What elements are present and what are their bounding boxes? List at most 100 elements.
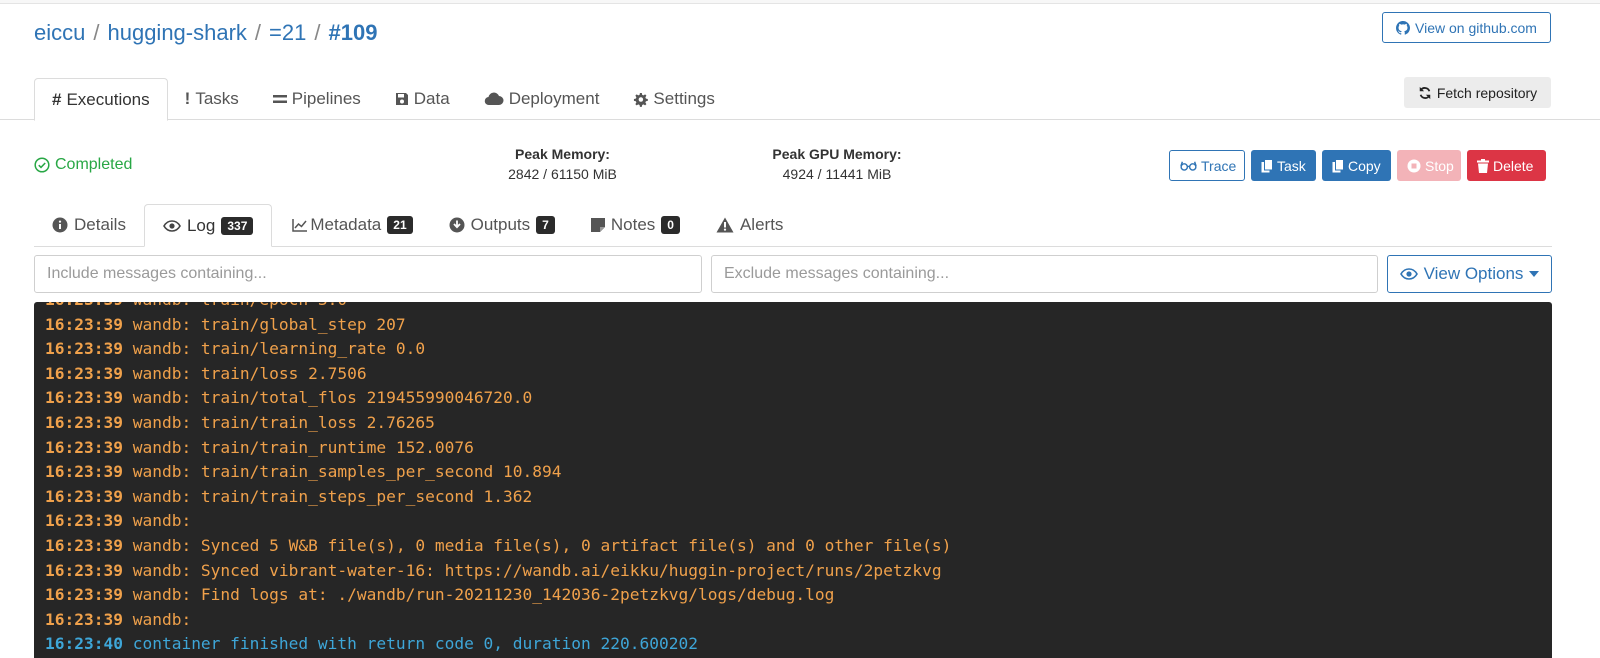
copy-icon xyxy=(1261,158,1273,173)
cloud-icon xyxy=(484,92,504,106)
log-timestamp: 16:23:39 xyxy=(45,437,123,457)
github-icon xyxy=(1396,20,1411,35)
log-message: wandb: Find logs at: ./wandb/run-2021123… xyxy=(122,585,835,605)
delete-label: Delete xyxy=(1493,157,1534,174)
delete-button[interactable]: Delete xyxy=(1467,150,1546,181)
log-line: 16:23:39 wandb: train/train_loss 2.76265 xyxy=(45,411,951,436)
log-viewer[interactable]: 16:23:39 wandb: train/epoch 3.0 16:23:39 … xyxy=(34,302,1552,658)
log-timestamp: 16:23:39 xyxy=(45,302,123,309)
trace-button[interactable]: Trace xyxy=(1169,150,1245,181)
peak-memory-stat: Peak Memory: 2842 / 61150 MiB xyxy=(485,146,640,182)
tab-label: Tasks xyxy=(195,89,239,108)
download-circle-icon xyxy=(449,217,465,233)
log-timestamp: 16:23:39 xyxy=(45,511,123,531)
view-options-button[interactable]: View Options xyxy=(1387,255,1552,293)
tab-pipelines[interactable]: Pipelines xyxy=(256,78,378,120)
equals-icon xyxy=(272,93,287,105)
log-message: wandb: train/global_step 207 xyxy=(122,314,406,334)
tab-log[interactable]: Log 337 xyxy=(143,204,273,247)
tab-data[interactable]: Data xyxy=(378,78,467,120)
gear-icon xyxy=(633,92,649,107)
log-message: wandb: Synced 5 W&B file(s), 0 media fil… xyxy=(122,535,952,555)
breadcrumb-separator: / xyxy=(314,20,321,45)
log-line: 16:23:39 wandb: train/loss 2.7506 xyxy=(45,362,951,387)
tab-notes[interactable]: Notes 0 xyxy=(573,204,698,246)
breadcrumb-separator: / xyxy=(93,20,100,45)
task-button[interactable]: Task xyxy=(1251,150,1316,181)
tab-label: Pipelines xyxy=(291,89,361,108)
tab-details[interactable]: Details xyxy=(34,204,144,246)
tab-label: Data xyxy=(413,89,450,108)
tab-alerts[interactable]: Alerts xyxy=(698,204,801,246)
github-button-label: View on github.com xyxy=(1415,19,1537,36)
peak-gpu-memory-stat: Peak GPU Memory: 4924 / 11441 MiB xyxy=(757,146,917,182)
log-line: 16:23:39 wandb: Synced 5 W&B file(s), 0 … xyxy=(45,534,951,559)
trash-icon xyxy=(1477,158,1489,173)
caret-down-icon xyxy=(1529,271,1540,277)
breadcrumb-owner[interactable]: eiccu xyxy=(34,20,85,46)
copy-button[interactable]: Copy xyxy=(1322,150,1391,181)
breadcrumb-separator: / xyxy=(254,20,262,45)
log-count-badge: 337 xyxy=(221,216,254,235)
tab-label: Log xyxy=(186,215,216,235)
log-line: 16:23:39 wandb: train/train_runtime 152.… xyxy=(45,436,951,461)
log-message: wandb: train/learning_rate 0.0 xyxy=(122,339,426,359)
log-message: wandb: train/train_samples_per_second 10… xyxy=(122,462,562,482)
log-timestamp: 16:23:39 xyxy=(45,585,123,605)
outputs-count-badge: 7 xyxy=(536,216,555,234)
top-border xyxy=(0,0,1600,4)
view-options-label: View Options xyxy=(1423,264,1524,283)
tab-label: Alerts xyxy=(739,215,784,234)
tab-tasks[interactable]: ! Tasks xyxy=(168,78,256,120)
stop-label: Stop xyxy=(1425,157,1454,174)
log-timestamp: 16:23:39 xyxy=(45,462,123,482)
log-timestamp: 16:23:40 xyxy=(45,634,123,654)
stop-button[interactable]: Stop xyxy=(1397,150,1461,181)
log-message: container finished with return code 0, d… xyxy=(122,634,698,654)
tab-deployment[interactable]: Deployment xyxy=(467,78,617,120)
log-line: 16:23:39 wandb: train/train_steps_per_se… xyxy=(45,485,951,510)
log-line: 16:23:39 wandb: Synced vibrant-water-16:… xyxy=(45,559,951,584)
copy-icon xyxy=(1332,158,1344,173)
stop-circle-icon xyxy=(1407,159,1421,173)
tab-label: Executions xyxy=(66,89,150,109)
main-tabs: # Executions ! Tasks Pipelines Data Depl… xyxy=(34,78,732,121)
execution-sub-tabs: Details Log 337 Metadata 21 Outputs 7 No… xyxy=(34,204,801,247)
exclamation-icon: ! xyxy=(184,89,191,108)
log-message: wandb: train/total_flos 219455990046720.… xyxy=(122,388,533,408)
eye-icon xyxy=(1399,268,1418,280)
status-badge: Completed xyxy=(34,156,132,174)
log-timestamp: 16:23:39 xyxy=(45,412,123,432)
log-timestamp: 16:23:39 xyxy=(45,363,123,383)
peak-memory-label: Peak Memory: xyxy=(515,146,610,162)
line-chart-icon xyxy=(292,218,308,232)
breadcrumb-commit[interactable]: =21 xyxy=(269,20,306,46)
tab-metadata[interactable]: Metadata 21 xyxy=(272,204,430,246)
fetch-repository-button[interactable]: Fetch repository xyxy=(1404,77,1551,108)
tab-label: Metadata xyxy=(310,215,382,234)
metadata-count-badge: 21 xyxy=(387,216,413,234)
tab-executions[interactable]: # Executions xyxy=(34,78,168,121)
execution-actions: Trace Task Copy Stop Delete xyxy=(1169,150,1546,181)
log-message: wandb: train/train_loss 2.76265 xyxy=(122,412,435,432)
exclude-messages-input[interactable] xyxy=(711,255,1378,293)
floppy-disk-icon xyxy=(395,92,409,106)
log-message: wandb: train/train_runtime 152.0076 xyxy=(122,437,474,457)
view-on-github-button[interactable]: View on github.com xyxy=(1382,12,1551,43)
notes-count-badge: 0 xyxy=(661,216,680,234)
tab-label: Details xyxy=(74,215,126,234)
tab-settings[interactable]: Settings xyxy=(616,78,731,120)
tab-outputs[interactable]: Outputs 7 xyxy=(431,204,573,246)
include-messages-input[interactable] xyxy=(34,255,702,293)
tab-label: Notes xyxy=(610,215,656,234)
log-line: 16:23:40 container finished with return … xyxy=(45,632,951,657)
log-line: 16:23:39 wandb: train/epoch 3.0 xyxy=(45,302,951,313)
log-line: 16:23:39 wandb: train/train_samples_per_… xyxy=(45,460,951,485)
warning-icon xyxy=(716,217,734,233)
peak-gpu-memory-label: Peak GPU Memory: xyxy=(772,146,902,162)
peak-memory-value: 2842 / 61150 MiB xyxy=(508,166,617,182)
log-message: wandb: Synced vibrant-water-16: https://… xyxy=(122,560,942,580)
breadcrumb-project[interactable]: hugging-shark xyxy=(107,20,246,46)
sticky-note-icon xyxy=(590,218,605,232)
log-line: 16:23:39 wandb: train/learning_rate 0.0 xyxy=(45,337,951,362)
